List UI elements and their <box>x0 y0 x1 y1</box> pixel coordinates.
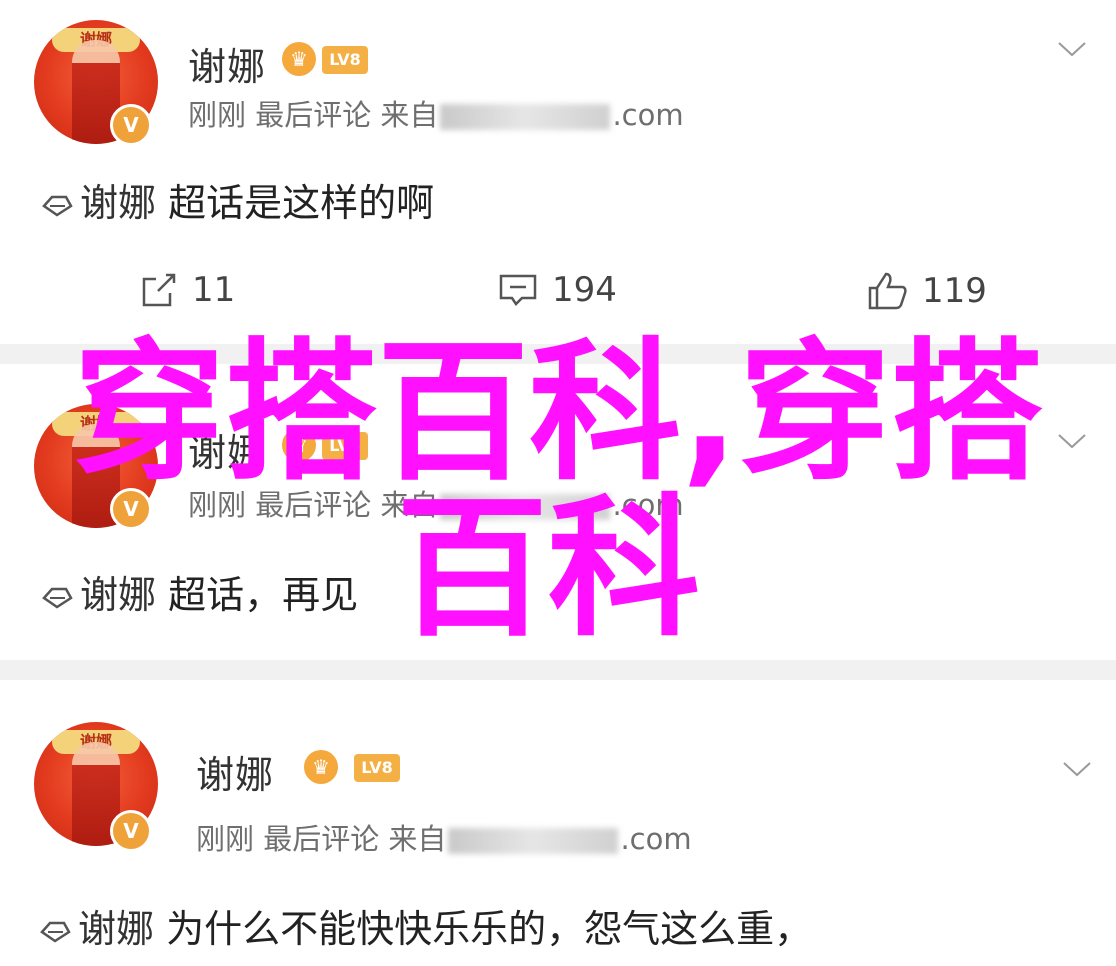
content-text: 超话是这样的啊 <box>168 181 435 225</box>
comment-button[interactable]: 194 <box>498 270 617 310</box>
meta-suffix: .com <box>620 822 692 856</box>
verified-badge-icon: V <box>110 104 152 146</box>
content-text: 为什么不能快快乐乐的，怨气这么重， <box>166 907 813 951</box>
blurred-source <box>440 104 611 130</box>
crown-icon: ♛ <box>282 42 316 76</box>
comment-icon <box>499 274 537 306</box>
meta-prefix: 刚刚 最后评论 来自 <box>188 98 439 132</box>
comment-count: 194 <box>552 270 617 310</box>
username[interactable]: 谢娜 <box>188 422 266 477</box>
diamond-topic-icon <box>42 587 73 609</box>
post-content: 谢娜 超话是这样的啊 <box>40 172 434 227</box>
post-content: 谢娜 超话，再见 <box>40 564 358 619</box>
repost-count: 11 <box>192 270 236 310</box>
crown-icon: ♛ <box>282 428 316 462</box>
verified-badge-icon: V <box>110 488 152 530</box>
blurred-source <box>448 828 619 854</box>
chevron-down-icon[interactable] <box>1062 760 1092 778</box>
meta-prefix: 刚刚 最后评论 来自 <box>196 822 447 856</box>
post-2: 谢娜 V 谢娜 ♛ LV8 刚刚 最后评论 来自 .com 谢娜 超话，再见 <box>0 364 1116 660</box>
level-badge: LV8 <box>354 754 400 782</box>
level-badge: LV8 <box>322 432 368 460</box>
diamond-topic-icon <box>42 195 73 217</box>
post-content: 谢娜 为什么不能快快乐乐的，怨气这么重， <box>38 898 812 953</box>
like-button[interactable]: 119 <box>866 270 987 312</box>
verified-badge-icon: V <box>110 810 152 852</box>
post-1: 谢娜 V 谢娜 ♛ LV8 刚刚 最后评论 来自.com 谢娜 超话是这样的啊 … <box>0 0 1116 344</box>
like-count: 119 <box>922 271 987 311</box>
repost-icon <box>142 273 176 307</box>
post-meta: 刚刚 最后评论 来自 .com <box>196 816 692 858</box>
topic-name[interactable]: 谢娜 <box>80 573 156 617</box>
post-divider <box>0 660 1116 680</box>
topic-name[interactable]: 谢娜 <box>80 181 156 225</box>
username[interactable]: 谢娜 <box>188 36 266 91</box>
crown-icon: ♛ <box>304 750 338 784</box>
chevron-down-icon[interactable] <box>1057 432 1087 450</box>
topic-name[interactable]: 谢娜 <box>78 907 154 951</box>
post-3: 谢娜 V 谢娜 ♛ LV8 刚刚 最后评论 来自 .com 谢娜 为什么不能快快乐… <box>0 680 1116 966</box>
post-meta: 刚刚 最后评论 来自 .com <box>188 92 684 134</box>
blurred-source <box>440 494 611 520</box>
repost-button[interactable]: 11 <box>140 270 235 310</box>
post-divider <box>0 344 1116 364</box>
meta-prefix: 刚刚 最后评论 来自 <box>188 488 439 522</box>
post-meta: 刚刚 最后评论 来自 .com <box>188 482 684 524</box>
meta-suffix: .com <box>612 98 684 132</box>
content-text: 超话，再见 <box>168 573 359 617</box>
thumbs-up-icon <box>868 272 907 310</box>
level-badge: LV8 <box>322 46 368 74</box>
chevron-down-icon[interactable] <box>1057 40 1087 58</box>
meta-suffix: .com <box>612 488 684 522</box>
diamond-topic-icon <box>40 921 71 943</box>
username[interactable]: 谢娜 <box>196 744 274 799</box>
